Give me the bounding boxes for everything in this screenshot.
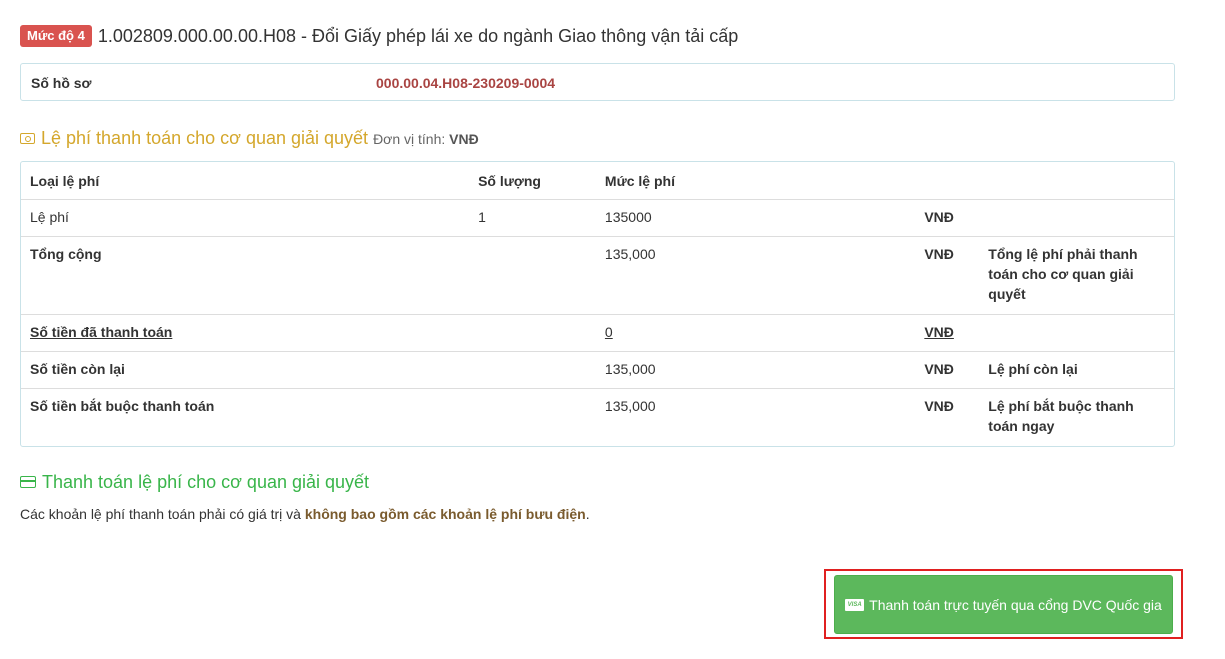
note-bold: không bao gồm các khoản lệ phí bưu điện <box>304 506 586 522</box>
required-currency: VNĐ <box>915 388 980 446</box>
remaining-currency: VNĐ <box>915 351 980 388</box>
unit-value: VNĐ <box>449 131 479 147</box>
money-icon <box>20 133 35 144</box>
required-amount: 135,000 <box>595 388 916 446</box>
fee-name: Lệ phí <box>21 199 470 236</box>
table-row: Lệ phí 1 135000 VNĐ <box>21 199 1174 236</box>
note-prefix: Các khoản lệ phí thanh toán phải có giá … <box>20 506 301 522</box>
paid-currency-link[interactable]: VNĐ <box>924 324 954 340</box>
pay-button-label: Thanh toán trực tuyến qua cổng DVC Quốc … <box>869 596 1162 613</box>
col-fee-amount: Mức lệ phí <box>604 173 675 189</box>
fee-note <box>979 199 1174 236</box>
remaining-amount: 135,000 <box>595 351 916 388</box>
payment-note: Các khoản lệ phí thanh toán phải có giá … <box>20 506 590 522</box>
file-number-label: Số hồ sơ <box>31 75 92 91</box>
fee-qty: 1 <box>469 199 596 236</box>
page-title: 1.002809.000.00.00.H08 - Đổi Giấy phép l… <box>97 25 739 46</box>
fee-section-title: Lệ phí thanh toán cho cơ quan giải quyết… <box>20 128 479 149</box>
paid-qty <box>469 314 596 351</box>
remaining-note: Lệ phí còn lại <box>979 351 1174 388</box>
col-quantity: Số lượng <box>478 173 541 189</box>
table-row: Số tiền bắt buộc thanh toán 135,000 VNĐ … <box>21 388 1174 446</box>
required-label: Số tiền bắt buộc thanh toán <box>21 388 470 446</box>
visa-icon: VISA <box>845 598 865 611</box>
required-note: Lệ phí bắt buộc thanh toán ngay <box>979 388 1174 446</box>
paid-amount-link[interactable]: Số tiền đã thanh toán <box>30 324 172 340</box>
col-fee-type: Loại lệ phí <box>30 173 100 189</box>
col-currency <box>915 162 979 199</box>
file-info-box: Số hồ sơ 000.00.04.H08-230209-0004 <box>20 63 1175 101</box>
table-row: Số tiền còn lại 135,000 VNĐ Lệ phí còn l… <box>21 351 1174 388</box>
remaining-qty <box>469 351 596 388</box>
fee-amount: 135000 <box>595 199 916 236</box>
total-currency: VNĐ <box>915 236 980 314</box>
total-label: Tổng cộng <box>21 236 470 314</box>
unit-note: Đơn vị tính: VNĐ <box>373 131 479 147</box>
pay-online-button[interactable]: VISA Thanh toán trực tuyến qua cổng DVC … <box>834 575 1173 634</box>
credit-card-icon <box>20 476 36 488</box>
table-row: Số tiền đã thanh toán 0 VNĐ <box>21 314 1174 351</box>
fee-title-text: Lệ phí thanh toán cho cơ quan giải quyết <box>41 128 369 148</box>
note-suffix: . <box>585 506 590 522</box>
page-header: Mức độ 4 1.002809.000.00.00.H08 - Đổi Gi… <box>20 25 738 47</box>
fee-table: Loại lệ phí Số lượng Mức lệ phí Lệ phí 1… <box>20 161 1175 447</box>
table-row: Tổng cộng 135,000 VNĐ Tổng lệ phí phải t… <box>21 236 1174 314</box>
total-qty <box>469 236 596 314</box>
file-number-value: 000.00.04.H08-230209-0004 <box>376 75 556 91</box>
payment-title-text: Thanh toán lệ phí cho cơ quan giải quyết <box>42 472 370 492</box>
required-qty <box>469 388 596 446</box>
level-badge: Mức độ 4 <box>20 25 92 47</box>
unit-prefix: Đơn vị tính: <box>373 131 446 147</box>
total-amount: 135,000 <box>595 236 916 314</box>
paid-note <box>979 314 1174 351</box>
col-note <box>979 162 1174 199</box>
total-note: Tổng lệ phí phải thanh toán cho cơ quan … <box>979 236 1174 314</box>
fee-currency: VNĐ <box>915 199 980 236</box>
pay-button-highlight: VISA Thanh toán trực tuyến qua cổng DVC … <box>824 569 1183 639</box>
payment-section-title: Thanh toán lệ phí cho cơ quan giải quyết <box>20 472 369 493</box>
fee-table-header: Loại lệ phí Số lượng Mức lệ phí <box>21 162 1174 199</box>
paid-amount-value-link[interactable]: 0 <box>605 324 613 340</box>
remaining-label: Số tiền còn lại <box>21 351 470 388</box>
